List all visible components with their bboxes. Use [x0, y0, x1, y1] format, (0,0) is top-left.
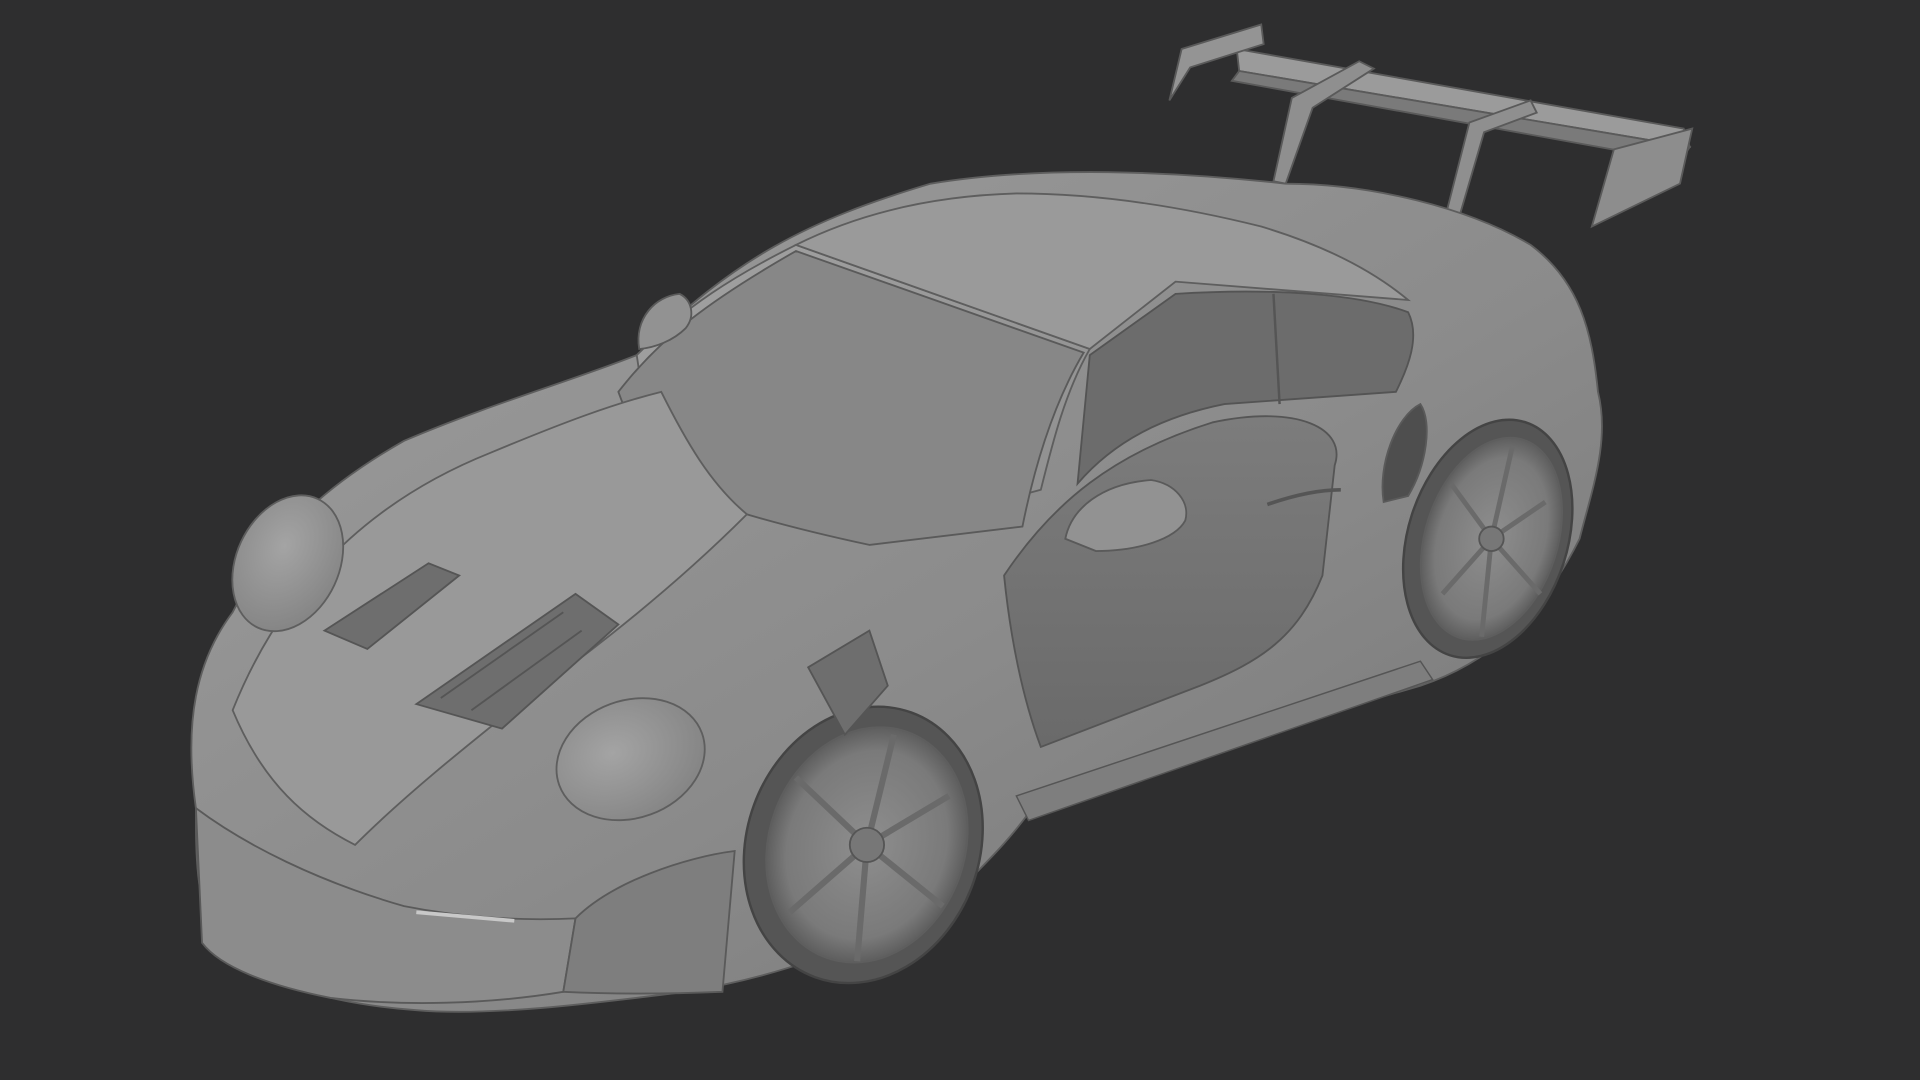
car-render [190, 23, 1694, 1013]
render-viewport [0, 0, 1920, 1080]
